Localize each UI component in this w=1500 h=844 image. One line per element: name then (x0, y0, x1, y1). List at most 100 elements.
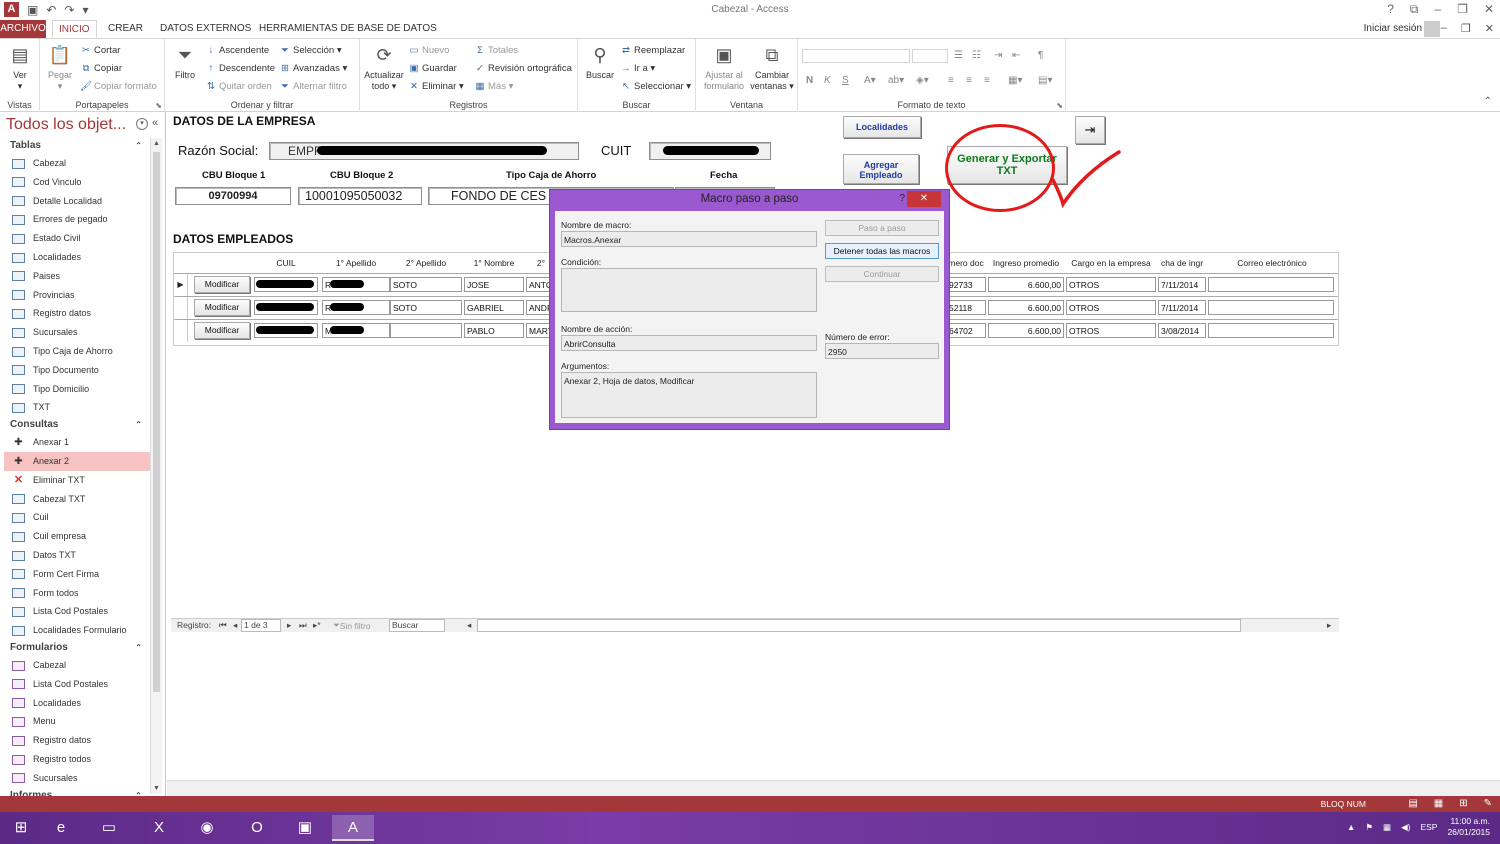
help-button[interactable]: ? (1387, 2, 1394, 17)
nav-item[interactable]: Localidades (4, 694, 150, 713)
nav-header[interactable]: Todos los objet... (6, 116, 126, 134)
nav-item[interactable]: Menu (4, 712, 150, 731)
tab-datos-externos[interactable]: DATOS EXTERNOS (154, 20, 257, 38)
section-collapse-chevron-icon[interactable]: ⌃ (135, 640, 142, 656)
font-size-combo[interactable] (912, 49, 948, 63)
table-cell[interactable]: 6.600,00 (988, 300, 1064, 315)
cortar-button[interactable]: ✂ Cortar (80, 43, 120, 59)
nav-item[interactable]: Estado Civil (4, 229, 150, 248)
bold-button[interactable]: N (806, 75, 813, 86)
table-cell[interactable] (1208, 300, 1334, 315)
cbu2-field[interactable]: 10001095050032 (298, 187, 422, 205)
nav-item[interactable]: Cuil empresa (4, 527, 150, 546)
record-position-field[interactable]: 1 de 3 (241, 619, 281, 632)
align-left-icon[interactable]: ≡ (948, 75, 954, 86)
hscroll-thumb[interactable] (477, 619, 1241, 632)
tab-crear[interactable]: CREAR (102, 20, 149, 38)
nav-item[interactable]: ✚ Anexar 2 (4, 451, 150, 471)
ir-a-button[interactable]: → Ir a ▾ (620, 61, 655, 77)
nav-item[interactable]: Form Cert Firma (4, 565, 150, 584)
ribbon-display-icon[interactable]: ⧉ (1410, 2, 1419, 17)
font-name-combo[interactable] (802, 49, 910, 63)
avanzadas-button[interactable]: ⊞ Avanzadas ▾ (279, 61, 347, 77)
generar-exportar-txt-button[interactable]: Generar y Exportar TXT (947, 146, 1067, 184)
align-right-icon[interactable]: ≡ (984, 75, 990, 86)
totales-button[interactable]: Σ Totales (474, 43, 518, 59)
arguments-field[interactable]: Anexar 2, Hoja de datos, Modificar (561, 372, 817, 418)
nav-item[interactable]: Cabezal TXT (4, 490, 150, 509)
nav-item[interactable]: Localidades (4, 248, 150, 267)
ajustar-formulario-button[interactable]: ▣ Ajustar al formulario (700, 43, 748, 92)
table-cell[interactable]: GABRIEL (464, 300, 524, 315)
table-cell[interactable]: SOTO (390, 300, 462, 315)
modificar-button[interactable]: Modificar (194, 276, 250, 293)
filtro-button[interactable]: ⏷ Filtro (165, 43, 205, 81)
scroll-down-icon[interactable]: ▼ (153, 785, 160, 792)
tray-expand-icon[interactable]: ▲ (1347, 822, 1355, 832)
volume-icon[interactable]: ◀) (1401, 822, 1410, 833)
nav-item[interactable]: ✕ Eliminar TXT (4, 471, 150, 490)
copiar-button[interactable]: ⧉ Copiar (80, 61, 122, 77)
continue-button[interactable]: Continuar (825, 266, 939, 282)
descendente-button[interactable]: ↑ Descendente (205, 61, 275, 77)
network-icon[interactable]: ▦ (1383, 822, 1391, 833)
nav-item[interactable]: Lista Cod Postales (4, 675, 150, 694)
close-button[interactable]: ✕ (1484, 2, 1494, 17)
ver-button[interactable]: ▤ Ver ▾ (0, 43, 40, 92)
table-cell[interactable] (1208, 323, 1334, 338)
table-cell[interactable]: OTROS (1066, 277, 1156, 292)
exit-form-icon[interactable]: ⇥ (1075, 116, 1105, 144)
table-cell[interactable]: 3/08/2014 (1158, 323, 1206, 338)
table-cell[interactable]: 52118 (946, 300, 986, 315)
table-cell[interactable]: PABLO (464, 323, 524, 338)
scroll-up-icon[interactable]: ▲ (153, 140, 160, 147)
table-cell[interactable]: 6.600,00 (988, 277, 1064, 292)
cambiar-ventanas-button[interactable]: ⧉ Cambiar ventanas ▾ (748, 43, 796, 92)
table-cell[interactable] (390, 323, 462, 338)
new-record-nav-icon[interactable]: ▸* (313, 620, 321, 631)
first-record-icon[interactable]: ⏮ (219, 620, 227, 631)
nav-item[interactable]: Tipo Caja de Ahorro (4, 342, 150, 361)
table-cell[interactable]: OTROS (1066, 300, 1156, 315)
modificar-button[interactable]: Modificar (194, 322, 250, 339)
next-record-icon[interactable]: ▸ (287, 620, 291, 631)
nav-item[interactable]: TXT (4, 398, 150, 417)
formato-launcher-icon[interactable]: ⬊ (1056, 101, 1063, 110)
no-filter-indicator[interactable]: ⏷ Sin filtro (333, 620, 371, 631)
table-cell[interactable]: SOTO (390, 277, 462, 292)
nav-item[interactable]: Lista Cod Postales (4, 602, 150, 621)
nav-item[interactable]: Registro datos (4, 731, 150, 750)
step-button[interactable]: Paso a paso (825, 220, 939, 236)
doc-minimize-button[interactable]: – (1441, 22, 1447, 35)
nav-item[interactable]: Paises (4, 267, 150, 286)
section-collapse-chevron-icon[interactable]: ⌃ (135, 417, 142, 433)
internet-explorer-icon[interactable]: e (40, 815, 82, 841)
nav-item[interactable]: Localidades Formulario (4, 621, 150, 640)
align-center-icon[interactable]: ≡ (966, 75, 972, 86)
nav-item[interactable]: Datos TXT (4, 546, 150, 565)
table-cell[interactable]: JOSE (464, 277, 524, 292)
prev-record-icon[interactable]: ◂ (233, 620, 237, 631)
last-record-icon[interactable]: ⏭ (299, 620, 307, 631)
hscroll-right-icon[interactable]: ▸ (1327, 620, 1331, 631)
actualizar-todo-button[interactable]: ⟳ Actualizar todo ▾ (362, 43, 406, 92)
flag-icon[interactable]: ⚑ (1365, 822, 1373, 833)
doc-close-button[interactable]: ✕ (1485, 22, 1494, 35)
tab-herramientas-bd[interactable]: HERRAMIENTAS DE BASE DE DATOS (253, 20, 443, 38)
buscar-button[interactable]: ⚲ Buscar (580, 43, 620, 81)
hscroll-left-icon[interactable]: ◂ (467, 620, 471, 631)
table-cell[interactable]: 64702 (946, 323, 986, 338)
nav-item[interactable]: Form todos (4, 584, 150, 603)
action-name-field[interactable]: AbrirConsulta (561, 335, 817, 351)
nav-item[interactable]: Registro datos (4, 304, 150, 323)
table-cell[interactable]: 6.600,00 (988, 323, 1064, 338)
nav-item[interactable]: Tipo Documento (4, 361, 150, 380)
nav-scrollbar[interactable]: ▲ ▼ (150, 138, 162, 794)
language-indicator[interactable]: ESP (1420, 822, 1437, 832)
restore-button[interactable]: ❐ (1457, 2, 1468, 17)
layout-view-icon[interactable]: ⊞ (1459, 798, 1467, 809)
chrome-icon[interactable]: ◉ (186, 815, 228, 841)
paragraph-icon[interactable]: ¶ (1038, 50, 1043, 61)
gridlines-icon[interactable]: ▦▾ (1008, 75, 1022, 86)
mas-button[interactable]: ▦ Más ▾ (474, 79, 514, 95)
